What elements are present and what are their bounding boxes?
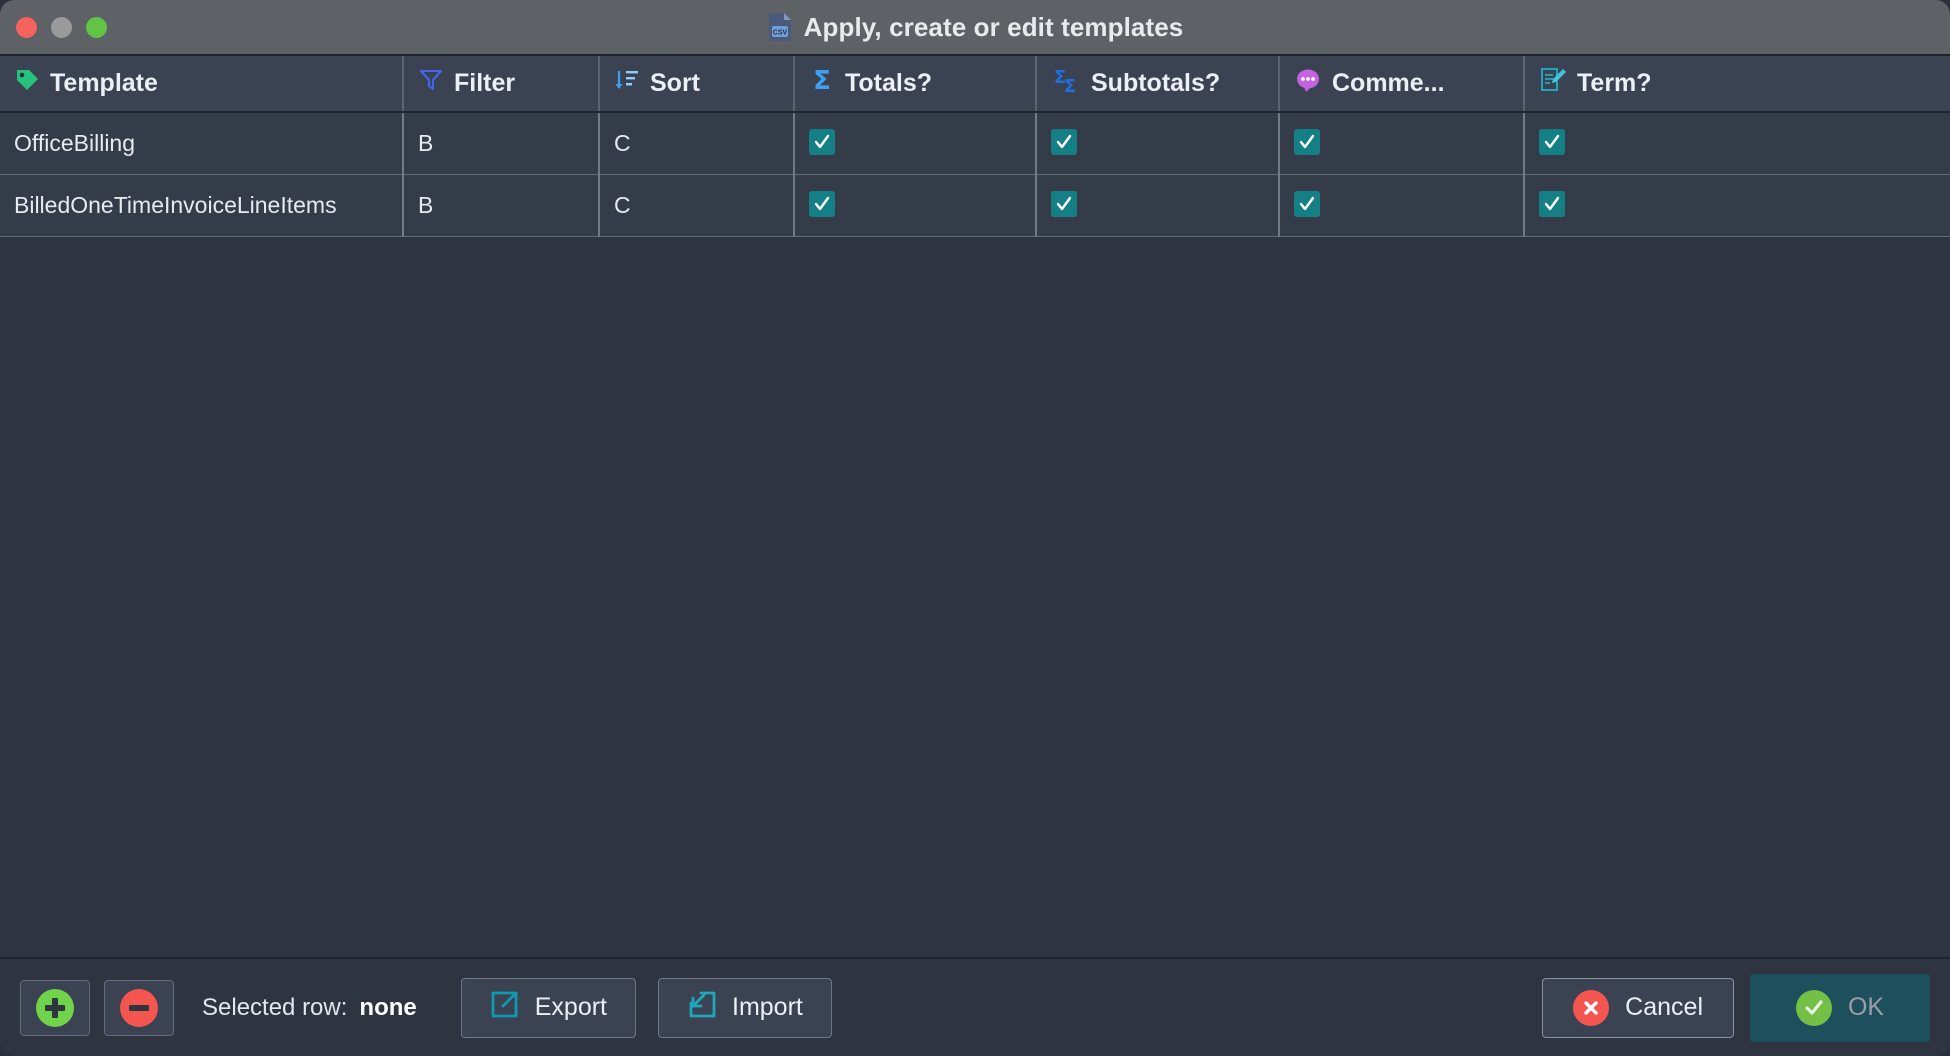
comment-bubble-icon [1294, 67, 1322, 100]
bottom-toolbar: Selected row: none Export Import Cancel … [0, 957, 1950, 1056]
check-circle-icon [1795, 989, 1832, 1026]
import-arrow-icon [687, 989, 717, 1026]
column-header-term[interactable]: Term? [1524, 56, 1950, 113]
funnel-icon [418, 67, 444, 100]
column-header-filter[interactable]: Filter [403, 56, 600, 113]
window-title: Apply, create or edit templates [803, 11, 1184, 42]
table-body: OfficeBilling B C BilledOneTimeInvoiceLi… [0, 112, 1950, 237]
table-row[interactable]: BilledOneTimeInvoiceLineItems B C [0, 174, 1950, 237]
comments-checkbox-checked[interactable] [1294, 191, 1320, 217]
export-button-label: Export [534, 993, 607, 1021]
svg-text:CSV: CSV [772, 30, 787, 37]
templates-table-area: Template Filter Sort Σ Totals? Σ Σ Subto… [0, 54, 1950, 957]
templates-table: Template Filter Sort Σ Totals? Σ Σ Subto… [0, 56, 1950, 237]
remove-row-button[interactable] [104, 979, 174, 1036]
minus-circle-icon [120, 988, 158, 1027]
title-container: CSV Apply, create or edit templates [0, 0, 1950, 54]
comments-checkbox-checked[interactable] [1294, 129, 1320, 156]
cancel-button-label: Cancel [1625, 993, 1703, 1021]
minimize-window-button[interactable] [51, 16, 72, 38]
export-button[interactable]: Export [460, 977, 636, 1038]
selected-row-label: Selected row: [202, 993, 348, 1021]
tag-icon [14, 67, 40, 100]
cell-filter[interactable]: B [403, 174, 600, 237]
cell-sort[interactable]: C [599, 174, 795, 237]
cell-sort[interactable]: C [599, 112, 795, 175]
column-header-label: Totals? [845, 69, 933, 97]
svg-text:Σ: Σ [1064, 76, 1076, 94]
term-checkbox-checked[interactable] [1539, 191, 1565, 217]
maximize-window-button[interactable] [86, 16, 107, 38]
column-header-sort[interactable]: Sort [599, 56, 795, 113]
add-row-button[interactable] [20, 979, 90, 1036]
column-header-label: Subtotals? [1091, 69, 1221, 97]
sort-descending-icon [614, 67, 640, 100]
templates-dialog-window: CSV Apply, create or edit templates Temp… [0, 0, 1950, 1056]
cell-subtotals[interactable] [1036, 112, 1280, 175]
import-button-label: Import [732, 993, 803, 1021]
ok-button-label: OK [1847, 993, 1885, 1021]
cell-comments[interactable] [1279, 174, 1525, 237]
cell-subtotals[interactable] [1036, 174, 1280, 237]
term-checkbox-checked[interactable] [1539, 129, 1565, 156]
column-header-totals[interactable]: Σ Totals? [794, 56, 1037, 113]
cell-comments[interactable] [1279, 112, 1525, 175]
selected-row-status: Selected row: none [202, 994, 417, 1022]
column-header-comments[interactable]: Comme... [1279, 56, 1525, 113]
cell-totals[interactable] [794, 112, 1037, 175]
ok-button[interactable]: OK [1750, 973, 1930, 1042]
close-window-button[interactable] [16, 16, 37, 38]
edit-document-icon [1539, 66, 1567, 101]
cancel-button[interactable]: Cancel [1542, 977, 1734, 1038]
column-header-subtotals[interactable]: Σ Σ Subtotals? [1036, 56, 1280, 113]
cell-totals[interactable] [794, 174, 1037, 237]
plus-circle-icon [36, 988, 74, 1027]
export-arrow-icon [490, 989, 520, 1026]
column-header-label: Template [50, 69, 158, 97]
totals-checkbox-checked[interactable] [809, 191, 835, 217]
cell-template[interactable]: BilledOneTimeInvoiceLineItems [0, 174, 404, 237]
column-header-label: Sort [650, 69, 700, 97]
table-row[interactable]: OfficeBilling B C [0, 112, 1950, 175]
column-header-template[interactable]: Template [0, 56, 404, 113]
cell-filter[interactable]: B [403, 112, 600, 175]
subtotals-checkbox-checked[interactable] [1051, 129, 1077, 156]
title-bar: CSV Apply, create or edit templates [0, 0, 1950, 54]
table-empty-space [0, 236, 1950, 957]
cancel-x-icon [1573, 989, 1610, 1026]
window-controls [0, 16, 107, 38]
column-header-label: Filter [454, 69, 516, 97]
cell-term[interactable] [1524, 112, 1950, 175]
cell-template[interactable]: OfficeBilling [0, 112, 404, 175]
totals-checkbox-checked[interactable] [809, 129, 835, 156]
csv-file-icon: CSV [767, 12, 793, 42]
selected-row-value: none [359, 993, 417, 1021]
sigma-icon: Σ [809, 66, 835, 101]
svg-text:Σ: Σ [813, 66, 831, 94]
column-header-label: Comme... [1332, 69, 1445, 97]
import-button[interactable]: Import [658, 977, 832, 1038]
cell-term[interactable] [1524, 174, 1950, 237]
subtotals-checkbox-checked[interactable] [1051, 191, 1077, 217]
table-header-row: Template Filter Sort Σ Totals? Σ Σ Subto… [0, 56, 1950, 113]
column-header-label: Term? [1577, 69, 1652, 97]
double-sigma-icon: Σ Σ [1051, 66, 1081, 101]
